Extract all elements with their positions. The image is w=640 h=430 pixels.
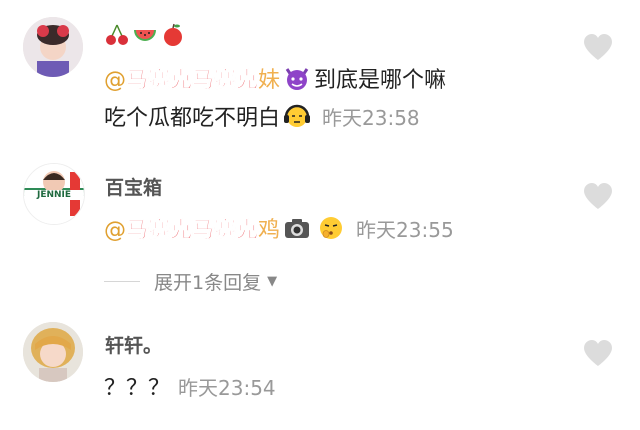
comment-timestamp: 昨天23:58	[322, 105, 420, 130]
mention-link[interactable]: @马赛克马赛克妹	[104, 62, 280, 94]
expand-replies-button[interactable]: 展开1条回复 ▼	[104, 268, 277, 295]
username[interactable]: 轩轩。	[105, 331, 162, 358]
mention-suffix: 鸡	[258, 218, 281, 243]
comment-text-line-2: 吃个瓜都吃不明白 昨天23:58	[104, 100, 420, 132]
avatar-image	[23, 322, 83, 382]
username[interactable]: 百宝箱	[105, 173, 162, 200]
avatar[interactable]	[23, 322, 83, 382]
avatar-label: JENNIE	[24, 190, 84, 200]
avatar[interactable]	[23, 17, 83, 77]
like-heart-icon[interactable]	[582, 339, 614, 367]
apple-emoji-icon	[160, 22, 186, 48]
like-heart-icon[interactable]	[582, 33, 614, 61]
comment-timestamp: 昨天23:55	[356, 217, 454, 242]
camera-emoji-icon	[283, 214, 311, 242]
headphones-face-emoji-icon	[283, 102, 311, 130]
avatar[interactable]: JENNIE	[23, 163, 85, 225]
avatar-image	[23, 17, 83, 77]
devil-emoji-icon	[283, 64, 311, 92]
mention-prefix: @	[104, 68, 126, 93]
thinking-face-emoji-icon	[317, 214, 345, 242]
cherry-emoji-icon	[104, 22, 130, 48]
fruit-emoji-group	[104, 22, 186, 48]
comment-text: 吃个瓜都吃不明白	[104, 106, 281, 131]
divider	[104, 281, 140, 282]
comment-text-line-1: ？？？ 昨天23:54	[104, 370, 276, 402]
comment-text: ？？？	[104, 376, 171, 401]
comment-text: 到底是哪个嘛	[314, 68, 447, 93]
mention-redacted: 马赛克马赛克	[126, 68, 259, 94]
watermelon-emoji-icon	[132, 22, 158, 48]
mention-redacted: 马赛克马赛克	[126, 218, 259, 244]
mention-prefix: @	[104, 218, 126, 243]
comment-timestamp: 昨天23:54	[178, 375, 276, 400]
mention-link[interactable]: @马赛克马赛克鸡	[104, 212, 280, 244]
expand-replies-label: 展开1条回复	[154, 272, 262, 294]
comment-text-line-1: @马赛克马赛克鸡 昨天23:55	[104, 212, 454, 244]
comment-text-line-1: @马赛克马赛克妹 到底是哪个嘛	[104, 62, 446, 94]
mention-suffix: 妹	[258, 68, 281, 93]
like-heart-icon[interactable]	[582, 182, 614, 210]
chevron-down-icon: ▼	[267, 274, 278, 289]
